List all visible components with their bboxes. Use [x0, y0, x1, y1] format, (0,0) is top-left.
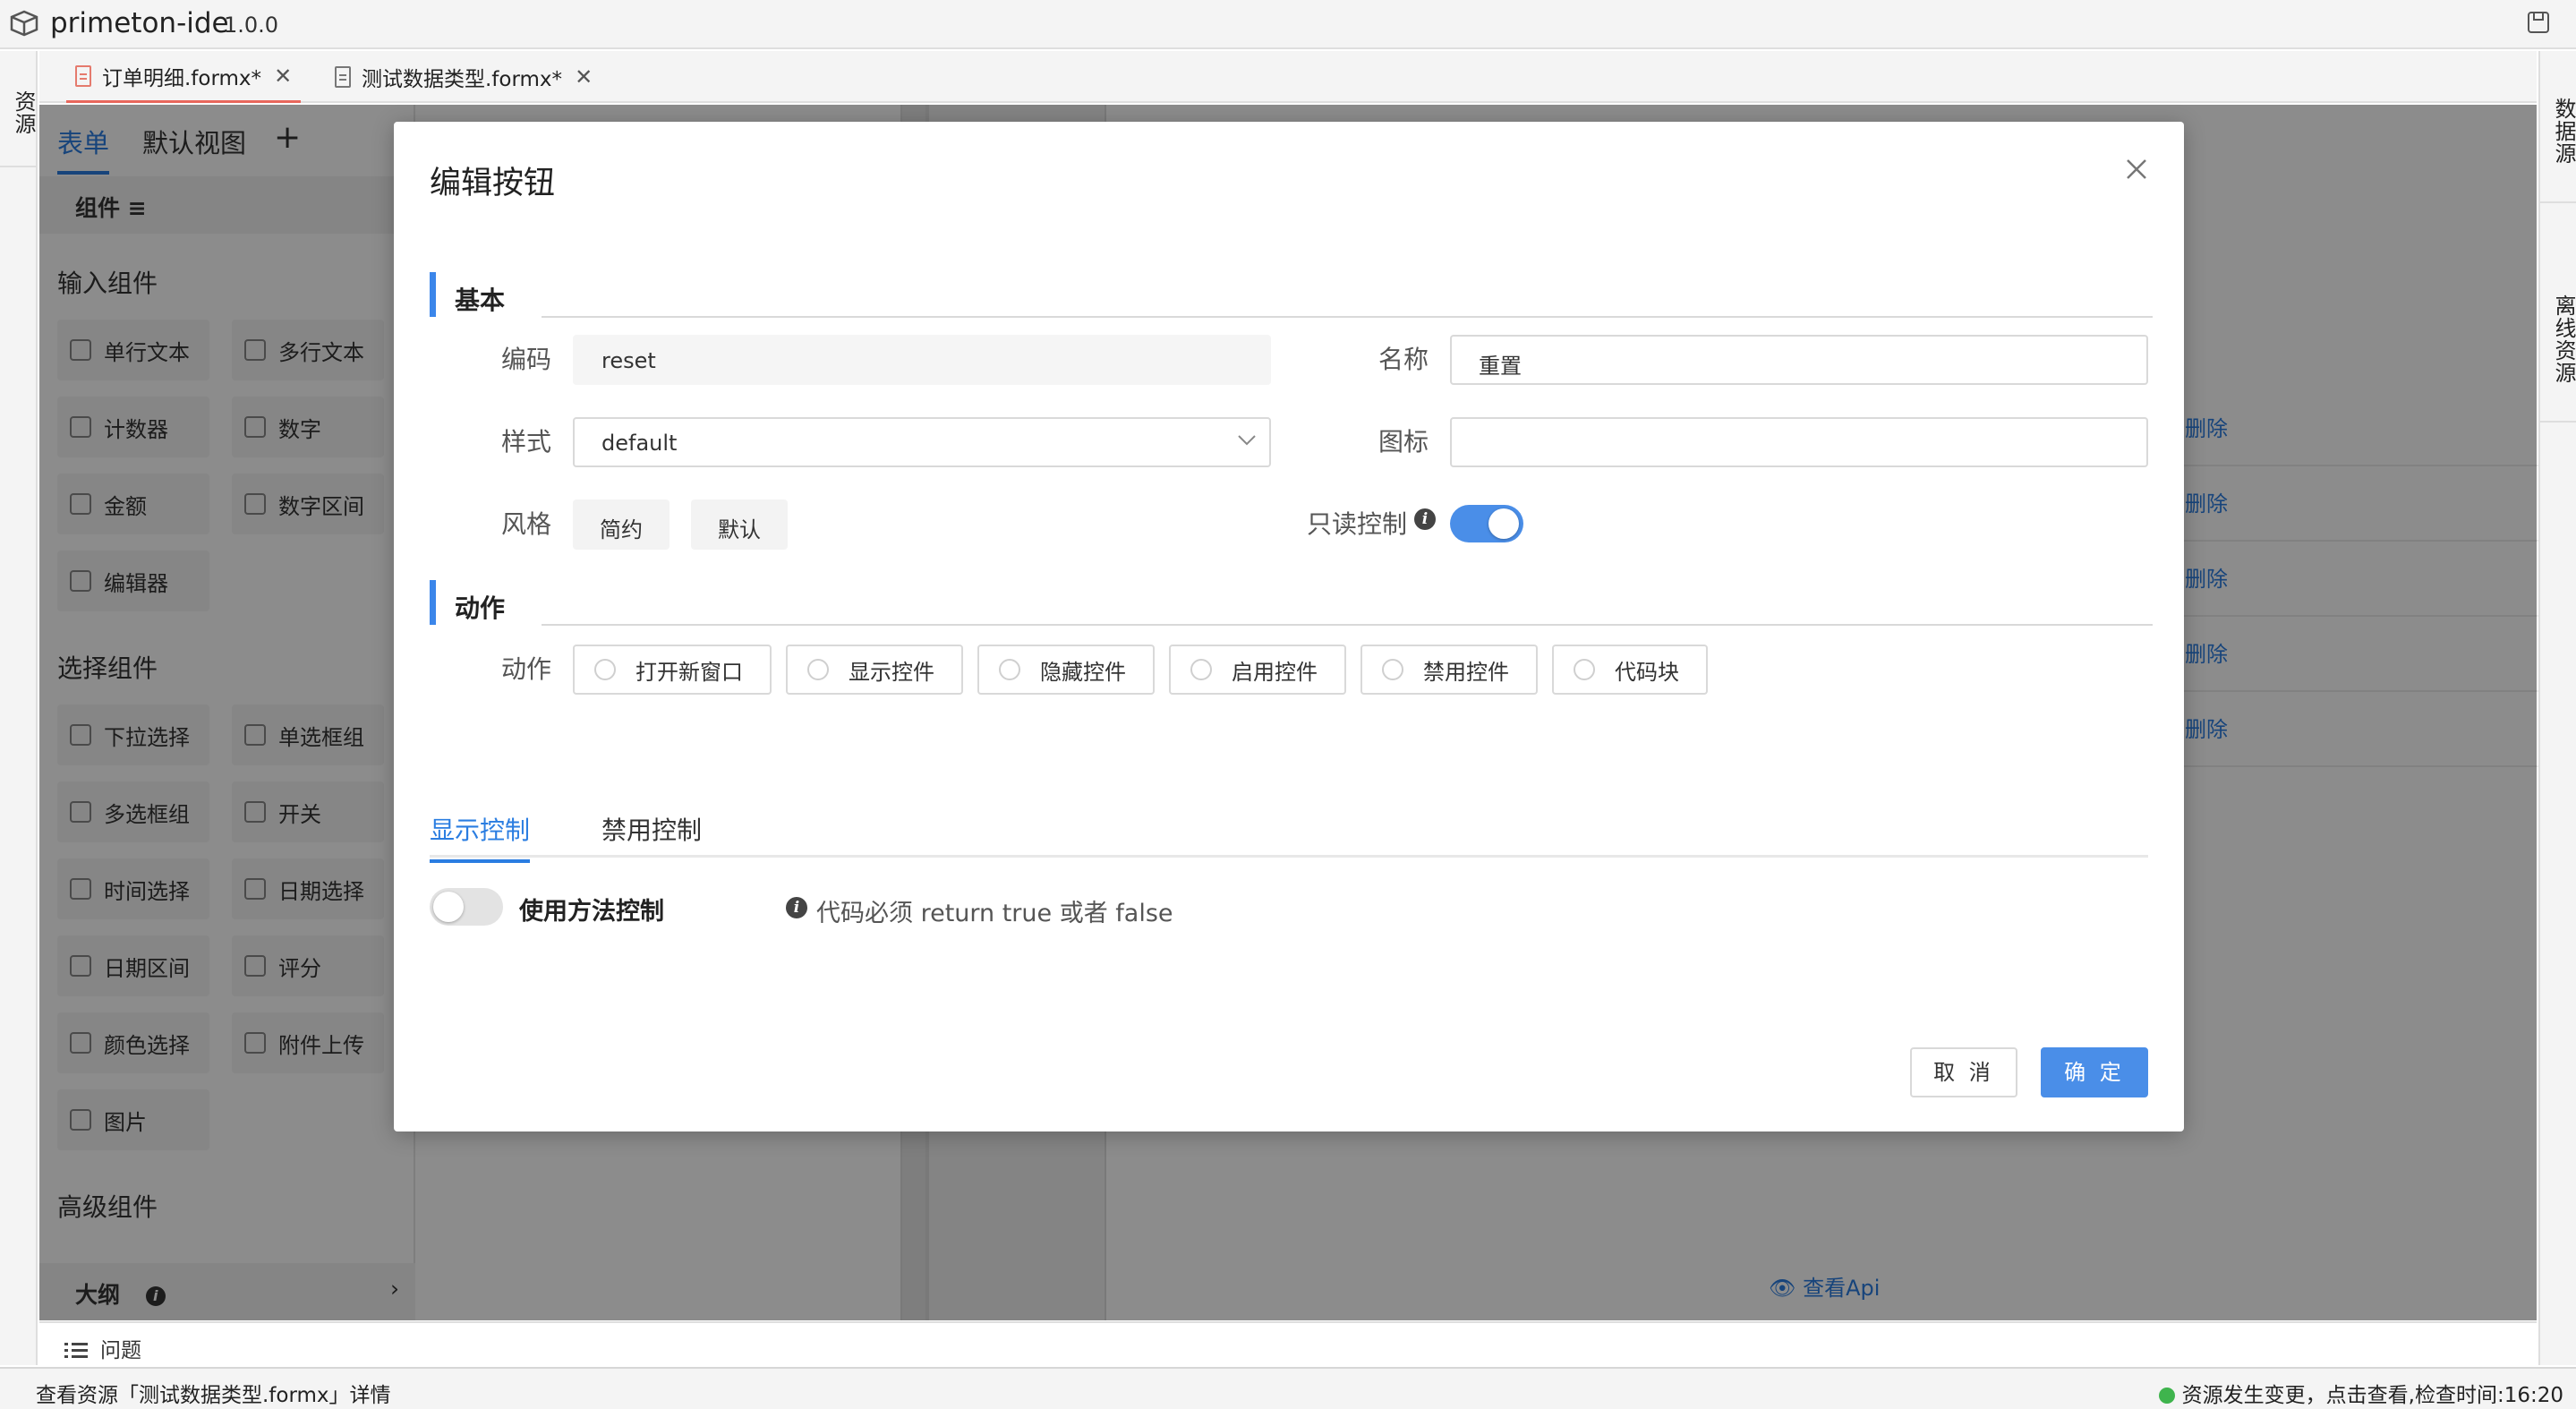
section-action-label: 动作: [455, 593, 506, 623]
status-message[interactable]: 查看资源「测试数据类型.formx」详情: [36, 1378, 391, 1408]
chevron-down-icon: [1238, 435, 1256, 446]
section-action: 动作: [430, 580, 2153, 626]
action-hide-control[interactable]: 隐藏控件: [977, 645, 1155, 695]
code-field: reset: [573, 335, 1271, 385]
icon-field[interactable]: [1450, 417, 2148, 467]
status-bar: 查看资源「测试数据类型.formx」详情 资源发生变更，点击查看,检查时间:16…: [0, 1367, 2576, 1409]
file-tab-label: 订单明细.formx*: [102, 66, 262, 90]
radio-circle-icon: [594, 659, 616, 680]
problems-label: 问题: [100, 1339, 141, 1362]
readonly-label: 只读控制: [1307, 509, 1408, 539]
action-show-control[interactable]: 显示控件: [786, 645, 963, 695]
file-tab-bar: 订单明细.formx* ✕ 测试数据类型.formx* ✕: [39, 51, 2537, 103]
file-tab-test-types[interactable]: 测试数据类型.formx* ✕: [326, 51, 601, 103]
control-tabs: 显示控制 禁用控制: [430, 795, 2148, 863]
info-icon: i: [786, 897, 807, 918]
theme-label: 风格: [501, 509, 552, 539]
title-bar: primeton-ide 1.0.0: [0, 0, 2576, 49]
name-label: 名称: [1378, 345, 1429, 374]
offline-resources-tab[interactable]: 离线资源: [2540, 208, 2576, 423]
close-tab-icon[interactable]: ✕: [575, 64, 593, 90]
style-select-value: default: [601, 431, 678, 456]
radio-circle-icon: [1382, 659, 1403, 680]
use-method-toggle[interactable]: [430, 888, 503, 926]
right-side-strip: 数据源 离线资源: [2538, 51, 2576, 1365]
resources-tab[interactable]: 资源: [0, 60, 38, 167]
datasource-tab[interactable]: 数据源: [2540, 60, 2576, 203]
code-hint: 代码必须 return true 或者 false: [816, 900, 1173, 927]
radio-circle-icon: [999, 659, 1020, 680]
status-change-notice[interactable]: 资源发生变更，点击查看,检查时间:16:20: [2158, 1378, 2563, 1408]
form-file-icon: [335, 66, 351, 88]
close-icon[interactable]: [2125, 158, 2148, 181]
list-icon: [64, 1343, 88, 1358]
status-dot-icon: [2158, 1388, 2175, 1404]
action-enable-control[interactable]: 启用控件: [1169, 645, 1346, 695]
action-disable-control[interactable]: 禁用控件: [1361, 645, 1538, 695]
icon-label: 图标: [1378, 427, 1429, 457]
readonly-toggle[interactable]: [1450, 505, 1523, 542]
action-label: 动作: [501, 654, 552, 684]
app-logo-icon: [10, 10, 38, 37]
radio-circle-icon: [807, 659, 829, 680]
file-tab-order-detail[interactable]: 订单明细.formx* ✕: [66, 51, 302, 103]
action-open-window[interactable]: 打开新窗口: [573, 645, 772, 695]
edit-button-dialog: 编辑按钮 基本 编码 reset 名称 重置 样式 default 图标 风格 …: [394, 122, 2184, 1131]
save-window-icon[interactable]: [2526, 10, 2551, 35]
tab-display-control[interactable]: 显示控制: [430, 811, 531, 863]
dialog-title: 编辑按钮: [430, 166, 556, 201]
theme-option-default[interactable]: 默认: [691, 500, 788, 550]
style-select[interactable]: default: [573, 417, 1271, 467]
action-code-block[interactable]: 代码块: [1552, 645, 1708, 695]
tab-disable-control[interactable]: 禁用控制: [601, 811, 702, 847]
file-tab-label: 测试数据类型.formx*: [362, 68, 563, 91]
confirm-button[interactable]: 确 定: [2041, 1047, 2148, 1097]
form-file-icon: [75, 64, 91, 87]
app-version: 1.0.0: [224, 13, 279, 38]
close-tab-icon[interactable]: ✕: [274, 64, 292, 89]
app-title: primeton-ide: [50, 7, 229, 39]
radio-circle-icon: [1574, 659, 1595, 680]
code-label: 编码: [501, 345, 552, 374]
left-side-strip: 资源: [0, 51, 38, 1365]
section-basic-label: 基本: [455, 286, 506, 315]
problems-bar[interactable]: 问题: [39, 1321, 2537, 1366]
radio-circle-icon: [1190, 659, 1212, 680]
cancel-button[interactable]: 取 消: [1910, 1047, 2017, 1097]
style-label: 样式: [501, 427, 552, 457]
info-icon: i: [1414, 508, 1436, 530]
name-field[interactable]: 重置: [1450, 335, 2148, 385]
use-method-label: 使用方法控制: [519, 898, 664, 926]
theme-option-simple[interactable]: 简约: [573, 500, 670, 550]
section-basic: 基本: [430, 272, 2153, 318]
